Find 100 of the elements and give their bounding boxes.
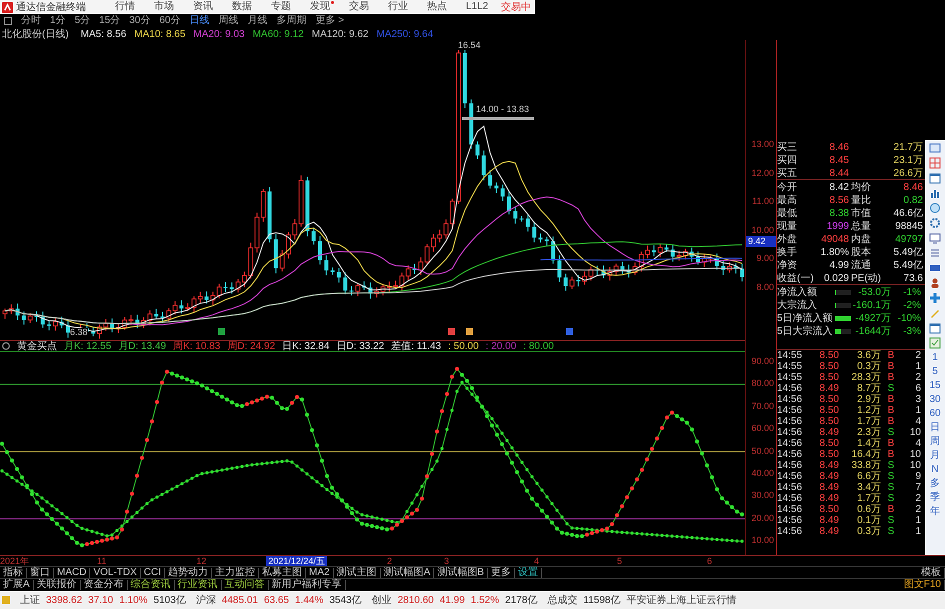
- index-percent: 1.52%: [470, 594, 500, 606]
- template-tab[interactable]: 模板: [918, 568, 945, 578]
- trade-count: 2: [914, 504, 921, 515]
- info-tab[interactable]: 综合资讯: [128, 580, 175, 590]
- trade-price: 8.49: [818, 460, 839, 471]
- globe-icon[interactable]: [929, 202, 941, 214]
- trade-volume: 0.3万: [856, 361, 881, 372]
- index-name: 沪深: [196, 594, 216, 607]
- period-button[interactable]: 季: [930, 490, 940, 504]
- period-tab[interactable]: 周线: [218, 15, 238, 27]
- period-button[interactable]: 30: [929, 392, 941, 406]
- period-button[interactable]: 60: [929, 406, 941, 420]
- period-button[interactable]: N: [931, 462, 939, 476]
- trade-price: 8.50: [818, 449, 839, 460]
- stat-label: 内盘: [851, 232, 872, 246]
- trade-price: 8.50: [818, 372, 839, 383]
- period-tab[interactable]: 15分: [99, 15, 120, 27]
- calendar-icon[interactable]: [929, 172, 941, 184]
- info-tab[interactable]: 扩展A: [0, 580, 34, 590]
- period-tab[interactable]: 月线: [248, 15, 268, 27]
- indicator-tab[interactable]: 私募主图: [259, 568, 306, 578]
- stat-label: 总量: [851, 220, 872, 233]
- trade-side: S: [886, 427, 896, 438]
- trade-side: B: [886, 405, 896, 416]
- stat-label: 流通: [851, 258, 872, 272]
- trade-time: 14:56: [777, 471, 804, 482]
- trade-time: 14:56: [777, 449, 804, 460]
- menu-item[interactable]: 热点: [427, 1, 447, 13]
- window-icon[interactable]: [929, 142, 941, 154]
- menu-item[interactable]: 发现: [310, 1, 330, 13]
- indicator-tab[interactable]: VOL-TDX: [90, 568, 141, 578]
- f10-tab[interactable]: 图文F10: [900, 580, 945, 590]
- info-tab[interactable]: 互动问答: [222, 580, 269, 590]
- grid-icon[interactable]: [929, 156, 941, 168]
- moving-average-value: MA120: 9.62: [312, 28, 368, 40]
- menu-item[interactable]: 市场: [154, 1, 174, 13]
- trade-price: 8.50: [818, 405, 839, 416]
- menu-item[interactable]: 交易: [349, 1, 369, 13]
- info-tab[interactable]: 新用户福利专享: [268, 580, 346, 590]
- indicator-tab[interactable]: 测试幅图A: [380, 568, 434, 578]
- trade-volume: 8.7万: [856, 383, 881, 394]
- trade-price: 8.50: [818, 394, 839, 405]
- trade-volume: 2.9万: [856, 394, 881, 405]
- period-button[interactable]: 月: [930, 448, 940, 462]
- gear-icon[interactable]: [929, 216, 941, 228]
- menu-item[interactable]: 行业: [388, 1, 408, 13]
- date-axis-label: 11: [97, 556, 106, 566]
- list-icon[interactable]: [929, 246, 941, 258]
- indicator-tab[interactable]: 设置: [514, 568, 542, 578]
- check-icon[interactable]: [929, 336, 941, 348]
- info-tab[interactable]: 关联报价: [34, 580, 81, 590]
- menu-item[interactable]: 数据: [232, 1, 252, 13]
- period-tab[interactable]: 60分: [159, 15, 180, 27]
- indicator-tab[interactable]: 窗口: [27, 568, 54, 578]
- indicator-tab[interactable]: MACD: [54, 568, 90, 578]
- square-icon[interactable]: [4, 17, 12, 25]
- indicator-tab[interactable]: 测试幅图B: [434, 568, 488, 578]
- trade-time: 14:55: [777, 361, 804, 372]
- indicator-tab[interactable]: 更多: [488, 568, 515, 578]
- menu-item[interactable]: L1L2: [466, 1, 488, 13]
- monitor-icon[interactable]: [929, 232, 941, 244]
- period-button[interactable]: 多: [930, 476, 940, 490]
- flow-amount: -4927万: [854, 312, 891, 325]
- trade-volume: 0.3万: [856, 526, 881, 537]
- info-tab[interactable]: 行业资讯: [174, 580, 222, 590]
- indicator-tab[interactable]: 测试主图: [334, 568, 381, 578]
- menu-item[interactable]: 行情: [115, 1, 135, 13]
- event-marker-icon: [448, 328, 455, 335]
- period-button[interactable]: 5: [932, 364, 938, 378]
- period-tab[interactable]: 1分: [50, 15, 66, 27]
- circle-icon[interactable]: [2, 342, 10, 350]
- indicator-tab[interactable]: 指标: [0, 568, 27, 578]
- period-tab[interactable]: 30分: [129, 15, 150, 27]
- menu-item[interactable]: 资讯: [193, 1, 213, 13]
- indicator-tab[interactable]: MA2: [306, 568, 334, 578]
- period-button[interactable]: 1: [932, 350, 938, 364]
- person-icon[interactable]: [929, 276, 941, 288]
- stat-value: 98845: [894, 220, 923, 232]
- period-tab[interactable]: 日线: [190, 15, 210, 27]
- indicator-tab[interactable]: CCI: [140, 568, 166, 578]
- period-tab[interactable]: 分时: [21, 15, 41, 27]
- flow-percent: -1%: [902, 286, 921, 298]
- period-button[interactable]: 日: [930, 420, 940, 434]
- period-button[interactable]: 周: [930, 434, 940, 448]
- period-tab[interactable]: 5分: [74, 15, 90, 27]
- flow-label: 5日大宗流入: [777, 324, 834, 338]
- indicator-tab[interactable]: 趋势动力: [165, 568, 212, 578]
- menu-item[interactable]: 专题: [271, 1, 291, 13]
- data-source: 平安证券上海上证云行情: [626, 594, 736, 607]
- calendar-icon[interactable]: [929, 322, 941, 334]
- info-tab[interactable]: 资金分布: [80, 580, 128, 590]
- period-tab[interactable]: 多周期: [276, 15, 306, 27]
- indicator-tab[interactable]: 主力监控: [212, 568, 260, 578]
- period-button[interactable]: 年: [930, 504, 940, 518]
- period-button[interactable]: 15: [929, 378, 941, 392]
- indicator-value: : 80.00: [523, 340, 554, 352]
- period-tab[interactable]: 更多 >: [316, 15, 344, 27]
- order-label: 买四: [777, 154, 798, 167]
- cross-icon[interactable]: [929, 292, 941, 304]
- trade-price: 8.50: [818, 504, 839, 515]
